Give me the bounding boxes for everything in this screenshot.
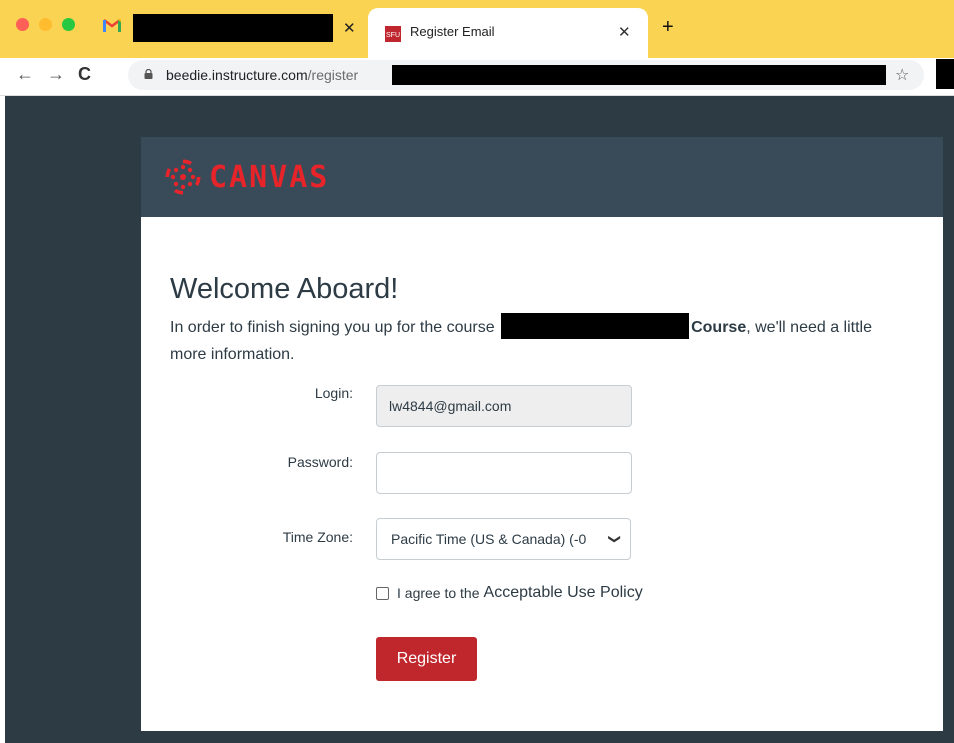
url-text[interactable]: beedie.instructure.com/register — [166, 67, 358, 83]
url-redacted — [392, 65, 886, 85]
password-label: Password: — [287, 454, 353, 470]
register-button[interactable]: Register — [376, 637, 477, 681]
registration-card: Welcome Aboard! In order to finish signi… — [141, 217, 943, 731]
timezone-select[interactable]: Pacific Time (US & Canada) (-0 ❯ — [376, 518, 631, 560]
tab-title: Register Email — [410, 24, 495, 39]
reload-icon[interactable]: C — [78, 64, 91, 85]
browser-toolbar: ← → C beedie.instructure.com/register ☆ — [0, 58, 954, 96]
aup-checkbox[interactable] — [376, 586, 389, 600]
gmail-icon[interactable] — [103, 18, 121, 32]
minimize-window-button[interactable] — [39, 18, 52, 31]
canvas-wordmark: CANVAS — [209, 160, 330, 195]
aup-agreement: I agree to the Acceptable Use Policy — [376, 584, 643, 602]
aup-link[interactable]: Acceptable Use Policy — [484, 584, 643, 602]
forward-arrow-icon[interactable]: → — [47, 64, 65, 85]
browser-tabstrip: ✕ SFU Register Email ✕ + — [0, 0, 954, 58]
login-field[interactable] — [376, 385, 632, 427]
intro-prefix: In order to finish signing you up for th… — [170, 319, 495, 336]
tab-close-icon[interactable]: ✕ — [618, 23, 631, 41]
maximize-window-button[interactable] — [62, 18, 75, 31]
tab-gmail-title-redacted[interactable] — [133, 14, 333, 42]
login-label: Login: — [314, 385, 353, 401]
password-field[interactable] — [376, 452, 632, 494]
canvas-logo-icon — [165, 159, 201, 195]
profile-redacted — [936, 59, 954, 89]
intro-text: In order to finish signing you up for th… — [170, 313, 910, 368]
aup-agree-text: I agree to the — [397, 585, 480, 601]
back-arrow-icon[interactable]: ← — [16, 64, 34, 85]
timezone-label: Time Zone: — [282, 529, 353, 545]
chevron-down-icon: ❯ — [607, 533, 622, 545]
page-title: Welcome Aboard! — [170, 273, 399, 306]
course-word: Course — [691, 319, 747, 336]
address-bar[interactable]: beedie.instructure.com/register ☆ — [128, 60, 924, 90]
lock-icon[interactable] — [144, 69, 153, 79]
page-viewport: CANVAS Welcome Aboard! In order to finis… — [0, 96, 954, 743]
bookmark-star-icon[interactable]: ☆ — [895, 65, 909, 85]
tab-register-email[interactable]: SFU Register Email ✕ — [368, 8, 648, 58]
sfu-favicon-icon: SFU — [385, 26, 401, 42]
new-tab-button[interactable]: + — [662, 17, 674, 37]
course-name-redacted — [501, 313, 690, 339]
timezone-value: Pacific Time (US & Canada) (-0 — [391, 531, 587, 547]
close-window-button[interactable] — [16, 18, 29, 31]
canvas-header: CANVAS — [141, 137, 943, 217]
tab-gmail-close-icon[interactable]: ✕ — [343, 21, 356, 36]
